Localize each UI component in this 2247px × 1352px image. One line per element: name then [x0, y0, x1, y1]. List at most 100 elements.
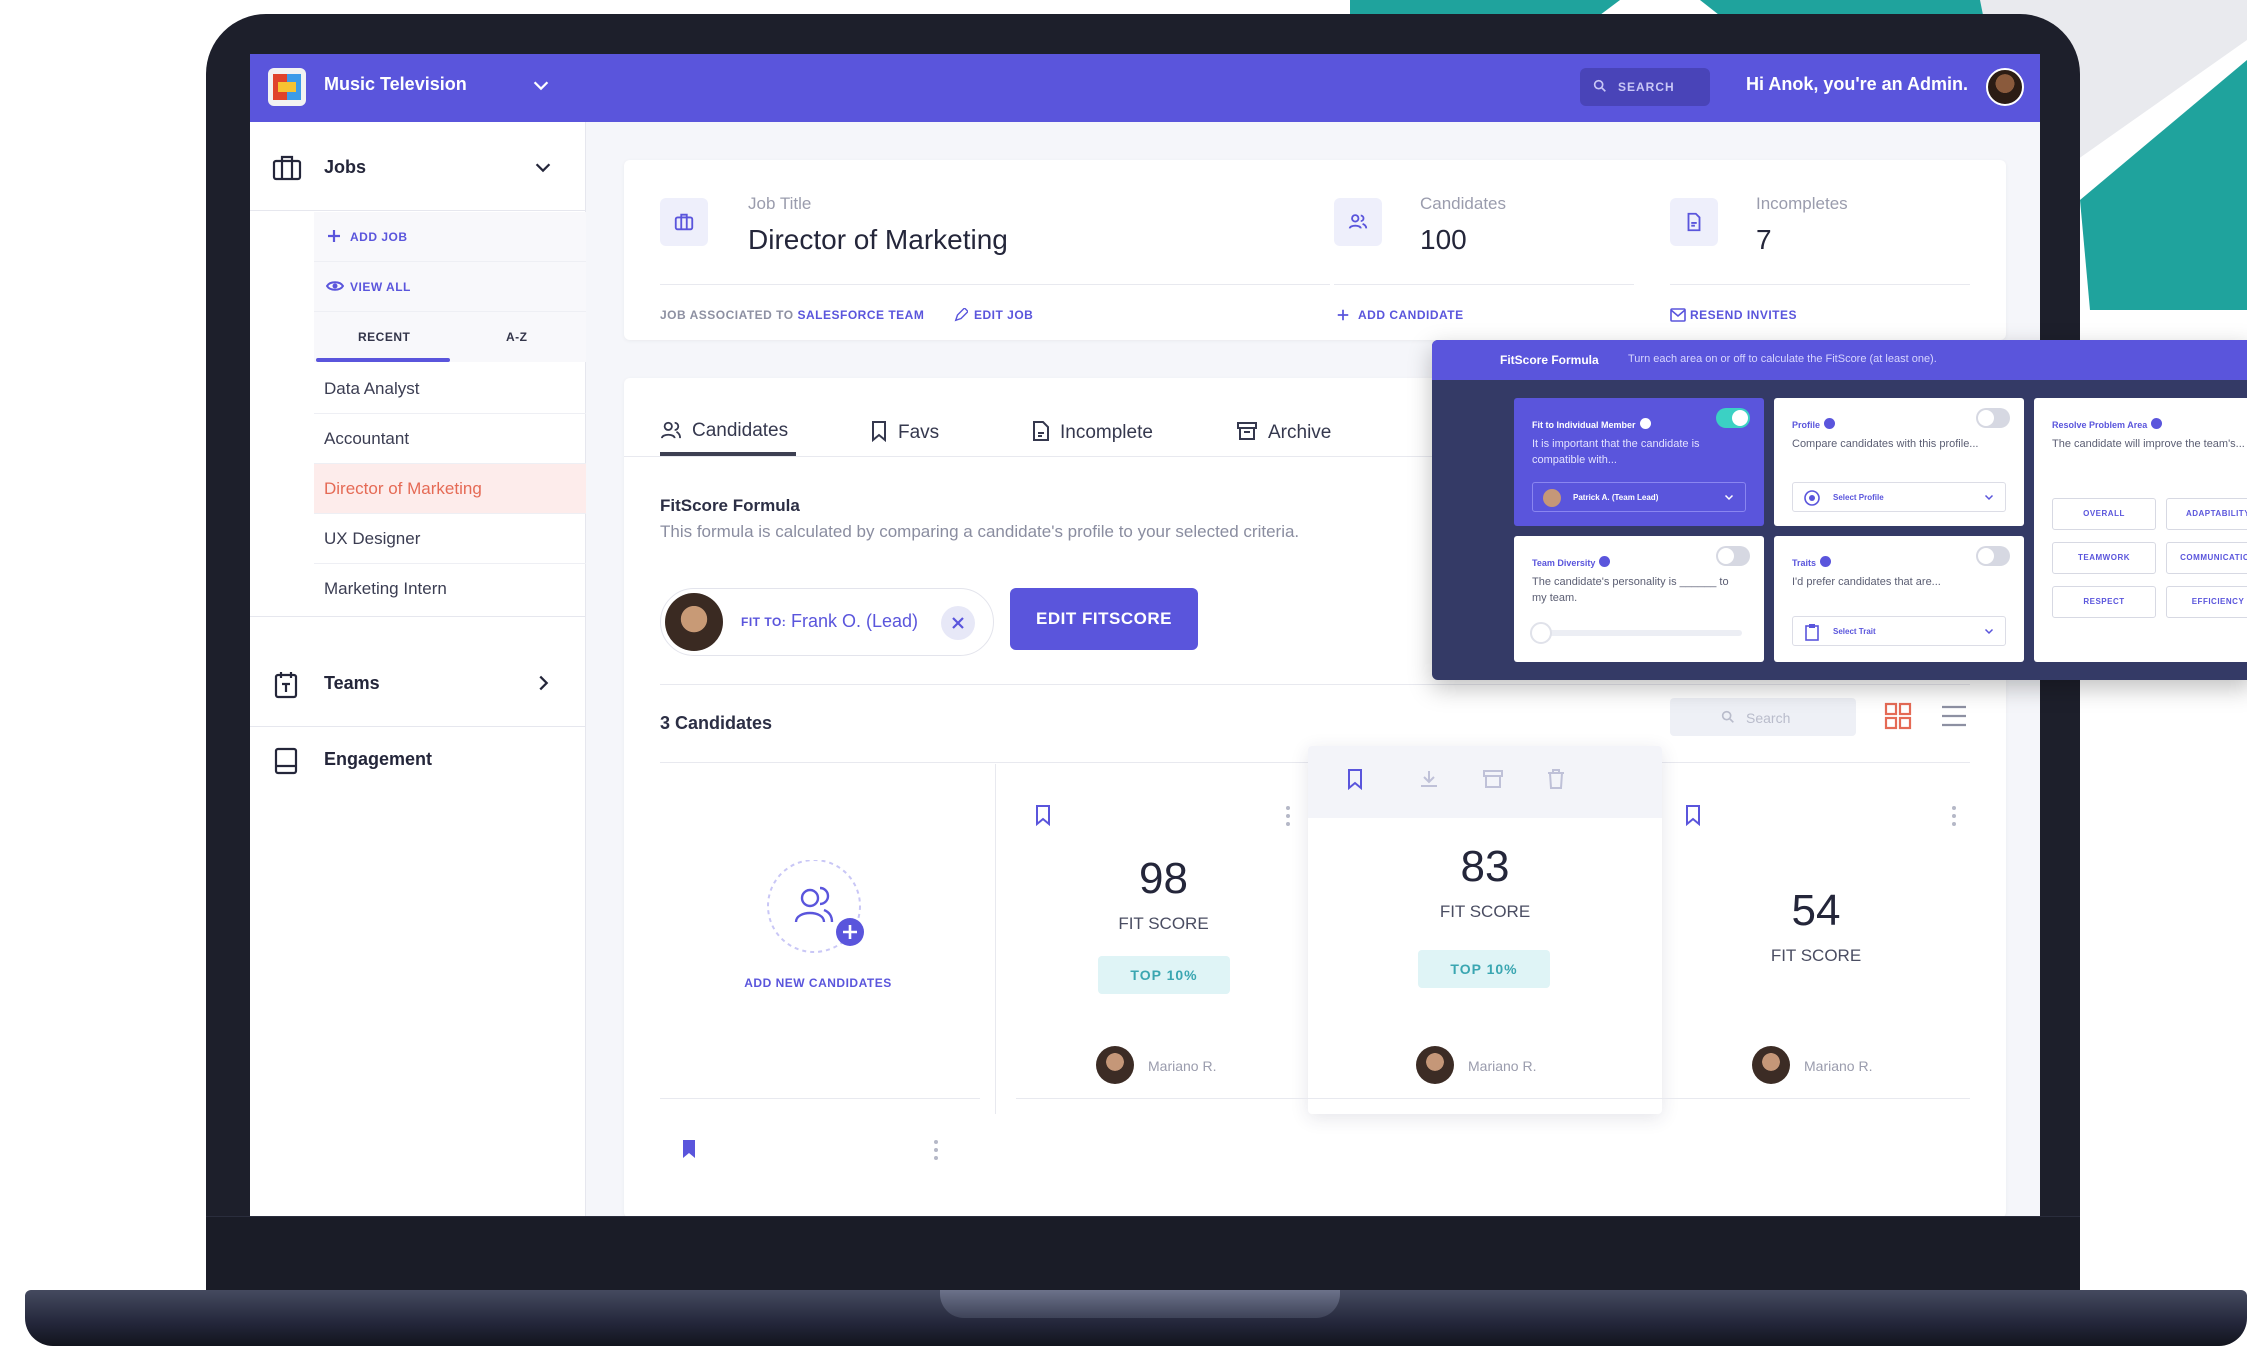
problem-chip-respect[interactable]: RESPECT — [2052, 586, 2156, 618]
chevron-down-icon — [1984, 494, 1994, 501]
tab-recent[interactable]: RECENT — [358, 330, 410, 344]
global-search[interactable]: SEARCH — [1580, 68, 1710, 106]
download-icon[interactable] — [1418, 768, 1440, 790]
sidebar-item-label: Marketing Intern — [324, 579, 447, 598]
divider — [1334, 284, 1634, 285]
slider-handle[interactable] — [1530, 622, 1552, 644]
sidebar-item-data-analyst[interactable]: Data Analyst — [314, 364, 586, 414]
add-new-candidates-label: ADD NEW CANDIDATES — [744, 976, 892, 990]
candidate-search-input[interactable]: Search — [1670, 698, 1856, 736]
tab-archive[interactable]: Archive — [1236, 420, 1331, 444]
eye-icon — [326, 281, 344, 291]
search-icon — [1721, 710, 1734, 723]
criteria-toggle[interactable] — [1976, 408, 2010, 428]
candidate-card[interactable]: 98 FIT SCORE TOP 10% Mariano R. — [996, 764, 1332, 1114]
chevron-down-icon[interactable] — [530, 74, 552, 96]
sidebar-item-label: Director of Marketing — [324, 479, 482, 498]
trait-select[interactable]: Select Trait — [1792, 616, 2006, 646]
select-value: Select Profile — [1833, 493, 1884, 502]
problem-chip-adaptability[interactable]: ADAPTABILITY — [2166, 498, 2247, 530]
candidate-count: 3 Candidates — [660, 713, 773, 733]
add-candidate-card[interactable]: ADD NEW CANDIDATES — [660, 764, 996, 1114]
book-icon — [274, 747, 298, 775]
criteria-toggle[interactable] — [1976, 546, 2010, 566]
sidebar-item-label: Data Analyst — [324, 379, 420, 398]
problem-chip-overall[interactable]: OVERALL — [2052, 498, 2156, 530]
bookmark-icon[interactable] — [1684, 804, 1702, 826]
org-name[interactable]: Music Television — [324, 74, 467, 95]
teams-label: Teams — [324, 673, 380, 693]
laptop-chin — [206, 1216, 2080, 1300]
view-all-link[interactable]: VIEW ALL — [314, 262, 586, 312]
sidebar-item-ux-designer[interactable]: UX Designer — [314, 514, 586, 564]
assoc-prefix: JOB ASSOCIATED TO — [660, 308, 794, 322]
info-icon — [1820, 556, 1832, 567]
search-label: SEARCH — [1618, 80, 1675, 94]
criteria-toggle[interactable] — [1716, 408, 1750, 428]
edit-icon — [954, 308, 968, 322]
sidebar-section-jobs[interactable]: Jobs — [250, 154, 586, 184]
criteria-description: The candidate will improve the team's... — [2052, 438, 2245, 450]
remove-fit-button[interactable] — [941, 606, 975, 640]
tab-favs[interactable]: Favs — [870, 420, 939, 444]
criteria-title: Team Diversity — [1532, 556, 1611, 568]
criteria-card-resolve-problem[interactable]: Resolve Problem Area The candidate will … — [2034, 398, 2247, 662]
user-greeting: Hi Anok, you're an Admin. — [1746, 74, 1968, 94]
incompletes-icon-box — [1670, 198, 1718, 246]
profile-select[interactable]: Select Profile — [1792, 482, 2006, 512]
sidebar-item-accountant[interactable]: Accountant — [314, 414, 586, 464]
resend-invites-link[interactable]: RESEND INVITES — [1690, 308, 1797, 322]
criteria-card-team-diversity[interactable]: Team Diversity The candidate's personali… — [1514, 536, 1764, 662]
grid-view-icon[interactable] — [1884, 702, 1912, 730]
problem-chip-communication[interactable]: COMMUNICATION — [2166, 542, 2247, 574]
problem-chip-teamwork[interactable]: TEAMWORK — [2052, 542, 2156, 574]
criteria-card-profile[interactable]: Profile Compare candidates with this pro… — [1774, 398, 2024, 526]
sidebar-section-teams[interactable]: Teams — [250, 670, 586, 700]
criteria-toggle[interactable] — [1716, 546, 1750, 566]
chevron-down-icon[interactable] — [532, 156, 554, 178]
assoc-team-link[interactable]: SALESFORCE TEAM — [797, 308, 924, 322]
more-options-icon[interactable] — [1952, 806, 1956, 830]
more-options-icon[interactable] — [934, 1140, 938, 1164]
sidebar-item-marketing-intern[interactable]: Marketing Intern — [314, 564, 586, 614]
bookmark-icon[interactable] — [1034, 804, 1052, 826]
org-logo[interactable] — [268, 68, 306, 106]
tab-incomplete[interactable]: Incomplete — [1032, 420, 1153, 444]
sidebar-section-engagement[interactable]: Engagement — [250, 746, 586, 776]
more-options-icon[interactable] — [1286, 806, 1290, 830]
edit-job-link[interactable]: EDIT JOB — [974, 308, 1033, 322]
sidebar: Jobs ADD JOB VIEW ALL RECENT A-Z Data An… — [250, 122, 586, 1216]
search-icon — [1593, 79, 1606, 92]
criteria-card-fit-individual[interactable]: Fit to Individual Member It is important… — [1514, 398, 1764, 526]
user-avatar[interactable] — [1986, 68, 2024, 106]
fit-score-value: 54 — [1791, 886, 1841, 935]
clipboard-icon — [1805, 624, 1819, 641]
problem-chip-efficiency[interactable]: EFFICIENCY — [2166, 586, 2247, 618]
divider — [250, 726, 586, 727]
tab-a-z[interactable]: A-Z — [506, 330, 528, 344]
bookmark-filled-icon[interactable] — [680, 1138, 698, 1160]
candidate-card[interactable]: 54 FIT SCORE Mariano R. — [1662, 764, 1970, 1114]
fit-to-chip[interactable]: FIT TO: Frank O. (Lead) — [660, 588, 994, 656]
briefcase-icon — [272, 155, 302, 181]
member-select[interactable]: Patrick A. (Team Lead) — [1532, 482, 1746, 512]
criteria-card-traits[interactable]: Traits I'd prefer candidates that are...… — [1774, 536, 2024, 662]
incompletes-label: Incompletes — [1756, 194, 1848, 213]
candidate-name: Mariano R. — [1148, 1058, 1217, 1074]
archive-icon[interactable] — [1482, 768, 1504, 790]
job-sort-tabs: RECENT A-Z — [314, 312, 586, 362]
chevron-right-icon[interactable] — [532, 672, 554, 694]
sidebar-item-director-of-marketing[interactable]: Director of Marketing — [314, 464, 586, 514]
add-job-link[interactable]: ADD JOB — [314, 212, 586, 262]
trash-icon[interactable] — [1546, 768, 1566, 790]
avatar — [1416, 1046, 1454, 1084]
candidate-card-hovered[interactable]: 83 FIT SCORE TOP 10% Mariano R. — [1308, 746, 1662, 1114]
add-candidate-link[interactable]: ADD CANDIDATE — [1358, 308, 1464, 322]
avatar — [1752, 1046, 1790, 1084]
tab-candidates[interactable]: Candidates — [660, 420, 788, 442]
edit-fitscore-button[interactable]: EDIT FITSCORE — [1010, 588, 1198, 650]
diversity-slider[interactable] — [1532, 630, 1742, 636]
bookmark-icon[interactable] — [1346, 768, 1364, 790]
list-view-icon[interactable] — [1940, 704, 1968, 728]
criteria-title: Fit to Individual Member — [1532, 418, 1651, 430]
